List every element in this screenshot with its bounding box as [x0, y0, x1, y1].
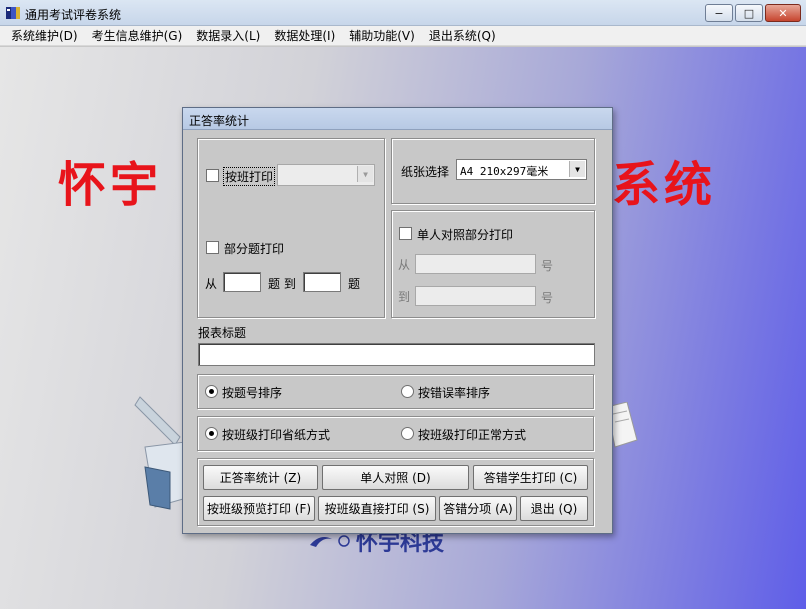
maximize-button[interactable]: □: [735, 4, 763, 22]
partial-mid-label: 题 到: [268, 277, 296, 291]
single-compare-button[interactable]: 单人对照 (D): [322, 465, 469, 490]
brand-icon: [310, 535, 350, 547]
partial-from-input[interactable]: [223, 272, 261, 292]
single-compare-checkbox[interactable]: [399, 227, 412, 240]
class-select[interactable]: ▼: [277, 164, 375, 186]
mode-save-paper-radio[interactable]: [205, 427, 218, 440]
correct-rate-stats-button[interactable]: 正答率统计 (Z): [203, 465, 318, 490]
mode-save-paper-label: 按班级打印省纸方式: [222, 428, 331, 442]
single-to-label: 到: [398, 290, 411, 304]
wrong-students-print-button[interactable]: 答错学生打印 (C): [473, 465, 588, 490]
menu-auxiliary[interactable]: 辅助功能(V): [342, 26, 422, 46]
menu-data-entry[interactable]: 数据录入(L): [189, 26, 267, 46]
class-direct-print-button[interactable]: 按班级直接打印 (S): [318, 496, 436, 521]
print-by-class-checkbox[interactable]: [206, 169, 219, 182]
single-from-input[interactable]: [415, 254, 536, 274]
paper-label: 纸张选择: [401, 165, 450, 179]
single-from-suffix: 号: [541, 259, 554, 273]
sort-by-error-rate-radio[interactable]: [401, 385, 414, 398]
partial-print-checkbox[interactable]: [206, 241, 219, 254]
window-titlebar: 通用考试评卷系统 − □ ✕: [0, 0, 806, 26]
menu-system-maintenance[interactable]: 系统维护(D): [4, 26, 85, 46]
correct-rate-dialog: 正答率统计 按班打印 ▼ 部分题打印 从 题 到 题 纸张选择 A4 210x2…: [182, 107, 613, 534]
menu-exit-system[interactable]: 退出系统(Q): [422, 26, 503, 46]
class-preview-print-button[interactable]: 按班级预览打印 (F): [203, 496, 315, 521]
chevron-down-icon: ▼: [357, 166, 373, 182]
menu-data-processing[interactable]: 数据处理(I): [267, 26, 342, 46]
paper-select[interactable]: A4 210x297毫米 ▼: [456, 159, 587, 180]
mode-normal-label: 按班级打印正常方式: [418, 428, 527, 442]
print-by-class-label: 按班打印: [223, 167, 276, 186]
partial-print-label: 部分题打印: [224, 242, 285, 256]
report-title-input[interactable]: [198, 343, 595, 366]
single-to-suffix: 号: [541, 291, 554, 305]
partial-from-label: 从: [205, 277, 218, 291]
app-icon: [6, 7, 20, 19]
partial-end-label: 题: [348, 277, 361, 291]
minimize-button[interactable]: −: [705, 4, 733, 22]
dialog-title: 正答率统计: [189, 114, 250, 128]
window-title: 通用考试评卷系统: [25, 8, 122, 22]
close-button[interactable]: ✕: [765, 4, 801, 22]
partial-to-input[interactable]: [303, 272, 341, 292]
exit-button[interactable]: 退出 (Q): [520, 496, 588, 521]
paper-select-value: A4 210x297毫米: [460, 165, 549, 178]
wrong-items-button[interactable]: 答错分项 (A): [439, 496, 517, 521]
single-to-input[interactable]: [415, 286, 536, 306]
sort-by-question-label: 按题号排序: [222, 386, 283, 400]
menu-examinee-info[interactable]: 考生信息维护(G): [85, 26, 190, 46]
banner-text-left: 怀宇: [58, 157, 163, 213]
sort-by-error-rate-label: 按错误率排序: [418, 386, 491, 400]
menu-bar: 系统维护(D) 考生信息维护(G) 数据录入(L) 数据处理(I) 辅助功能(V…: [0, 26, 806, 46]
single-from-label: 从: [398, 258, 411, 272]
sort-by-question-radio[interactable]: [205, 385, 218, 398]
single-compare-label: 单人对照部分打印: [417, 228, 514, 242]
chevron-down-icon: ▼: [569, 161, 585, 177]
banner-text-right: 系统: [612, 157, 717, 213]
dialog-titlebar: 正答率统计: [183, 108, 612, 130]
report-title-label: 报表标题: [198, 326, 247, 340]
mode-normal-radio[interactable]: [401, 427, 414, 440]
